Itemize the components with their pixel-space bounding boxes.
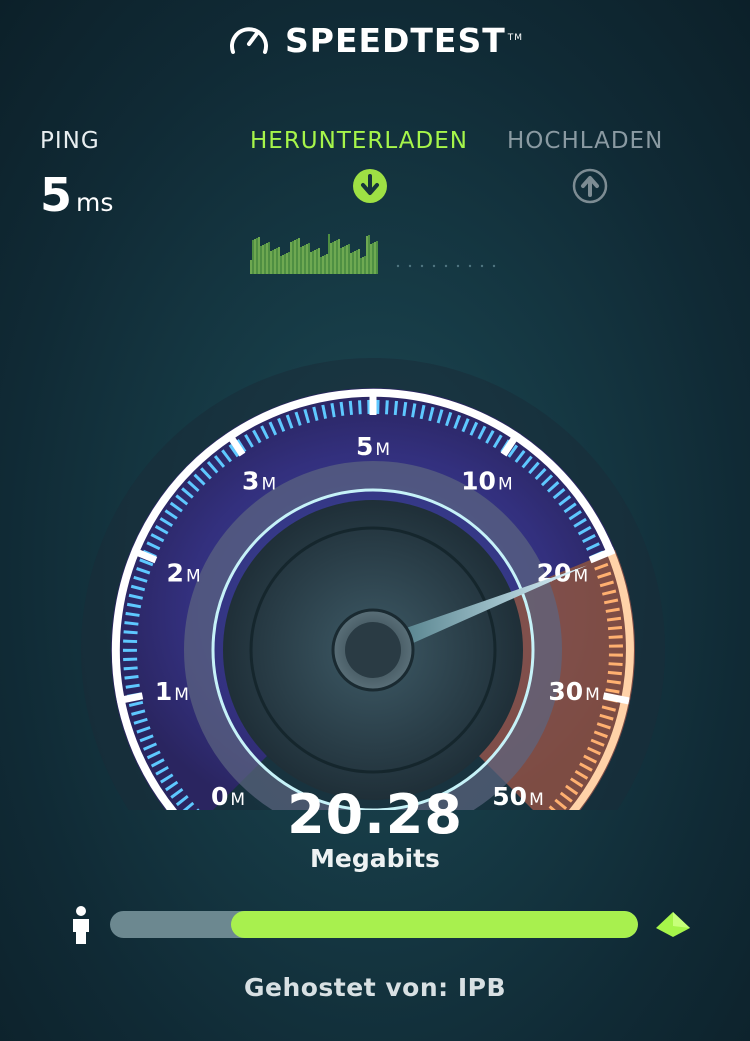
brand-title: SPEEDTEST TM bbox=[284, 20, 524, 60]
gauge-major-tick bbox=[602, 692, 630, 705]
connection-progress-bar bbox=[110, 911, 638, 938]
hosted-by-label: Gehostet von: IPB bbox=[243, 973, 507, 1002]
speed-value: 20.28 bbox=[287, 783, 463, 846]
download-arrow-icon bbox=[353, 169, 387, 203]
result-panel: 20.28 Megabits bbox=[0, 784, 750, 874]
ping-value: 5 ms bbox=[40, 168, 113, 222]
ping-label: PING bbox=[40, 128, 100, 154]
progress-fill bbox=[231, 911, 638, 938]
app-header: SPEEDTEST TM bbox=[0, 14, 750, 66]
speedometer-icon bbox=[230, 27, 268, 54]
download-speed-graph bbox=[250, 234, 496, 274]
server-icon bbox=[656, 912, 690, 937]
ping-number: 5 bbox=[40, 168, 73, 222]
speed-unit: Megabits bbox=[310, 844, 440, 873]
upload-arrow-icon bbox=[572, 168, 608, 204]
ping-unit: ms bbox=[76, 188, 114, 217]
gauge-major-tick bbox=[116, 692, 144, 705]
person-icon bbox=[73, 906, 89, 944]
download-label: HERUNTERLADEN bbox=[250, 128, 468, 154]
speed-gauge: 0 M1 M2 M3 M5 M10 M20 M30 M50 M bbox=[81, 358, 665, 810]
upload-label: HOCHLADEN bbox=[507, 128, 664, 154]
